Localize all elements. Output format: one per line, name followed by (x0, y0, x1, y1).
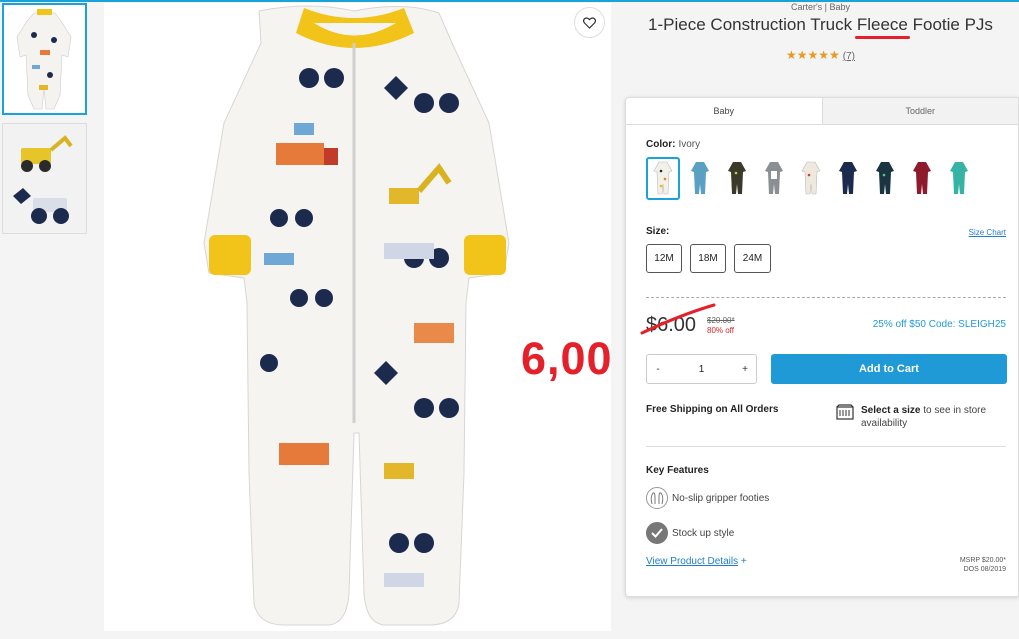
quantity-input[interactable]: 1 (669, 364, 734, 375)
gripper-footies-icon (646, 487, 668, 509)
feature-label: Stock up style (672, 527, 735, 539)
color-swatch[interactable] (905, 157, 939, 200)
tab-baby[interactable]: Baby (626, 98, 822, 124)
title-part: Footie PJs (907, 15, 993, 34)
original-price: $20.00* (707, 316, 735, 325)
favorite-button[interactable] (574, 7, 605, 38)
product-title: 1-Piece Construction Truck Fleece Footie… (622, 15, 1019, 35)
star-rating-icon: ★★★★★ (785, 48, 840, 62)
sleeper-icon (653, 161, 673, 194)
free-shipping-text: Free Shipping on All Orders (646, 404, 779, 415)
color-swatch[interactable] (646, 157, 680, 200)
color-swatch[interactable] (757, 157, 791, 200)
dos-text: DOS 08/2019 (963, 566, 1006, 573)
color-swatch[interactable] (831, 157, 865, 200)
title-highlight: Fleece (856, 15, 908, 34)
feature-label: No-slip gripper footies (672, 492, 770, 504)
quantity-stepper: - 1 + (646, 354, 757, 384)
sleeper-icon (950, 161, 968, 194)
product-main-image (104, 3, 611, 631)
increase-quantity-button[interactable]: + (734, 364, 756, 375)
sleeper-icon (765, 161, 783, 194)
sleeper-icon (876, 161, 894, 194)
size-option[interactable]: 18M (690, 244, 726, 273)
checkmark-icon (646, 522, 668, 544)
review-count[interactable]: (7) (843, 51, 855, 62)
decrease-quantity-button[interactable]: - (647, 364, 669, 375)
size-option[interactable]: 24M (734, 244, 771, 273)
promo-code: 25% off $50 Code: SLEIGH25 (872, 319, 1006, 330)
sleeper-icon (801, 161, 821, 194)
tab-toddler[interactable]: Toddler (821, 98, 1018, 124)
store-availability: Select a size to see in store availabili… (861, 404, 1011, 430)
color-label-text: Color: (646, 139, 676, 150)
add-to-cart-button[interactable]: Add to Cart (771, 354, 1007, 384)
handwritten-price-annotation: 6,00 (521, 333, 613, 384)
thumbnail-front[interactable] (2, 3, 87, 115)
color-label: Color: Ivory (646, 139, 700, 150)
feature-item: Stock up style (646, 522, 734, 544)
msrp-info: MSRP $20.00* DOS 08/2019 (960, 556, 1006, 574)
sleeper-icon (728, 161, 746, 194)
view-product-details-link[interactable]: View Product Details (646, 556, 738, 567)
color-swatch[interactable] (942, 157, 976, 200)
color-swatch[interactable] (683, 157, 717, 200)
size-option[interactable]: 12M (646, 244, 682, 273)
size-range-tabs: Baby Toddler (626, 98, 1018, 125)
thumbnail-detail[interactable] (2, 123, 87, 234)
size-options: 12M 18M 24M (646, 244, 779, 273)
sleeper-icon (691, 161, 709, 194)
store-icon (836, 404, 854, 420)
purchase-card: Baby Toddler Color: Ivory Size: Size Char… (625, 97, 1019, 597)
sleeper-icon (839, 161, 857, 194)
color-swatch[interactable] (720, 157, 754, 200)
heart-icon (583, 16, 596, 29)
rating[interactable]: ★★★★★ (7) (622, 48, 1019, 62)
sleeper-icon (913, 161, 931, 194)
select-size-text: Select a size (861, 405, 921, 416)
plus-icon: + (740, 556, 747, 567)
view-product-details[interactable]: View Product Details + (646, 556, 747, 567)
color-swatches (646, 157, 979, 200)
title-part: 1-Piece Construction Truck (648, 15, 857, 34)
feature-item: No-slip gripper footies (646, 487, 769, 509)
size-label: Size: (646, 226, 670, 237)
msrp-text: MSRP $20.00* (959, 557, 1006, 564)
selected-color: Ivory (678, 139, 701, 150)
discount-percent: 80% off (707, 326, 734, 335)
size-chart-link[interactable]: Size Chart (969, 228, 1006, 237)
color-swatch[interactable] (868, 157, 902, 200)
brand-breadcrumb[interactable]: Carter's | Baby (622, 2, 1019, 12)
key-features-title: Key Features (646, 465, 709, 476)
divider (646, 446, 1006, 447)
color-swatch[interactable] (794, 157, 828, 200)
